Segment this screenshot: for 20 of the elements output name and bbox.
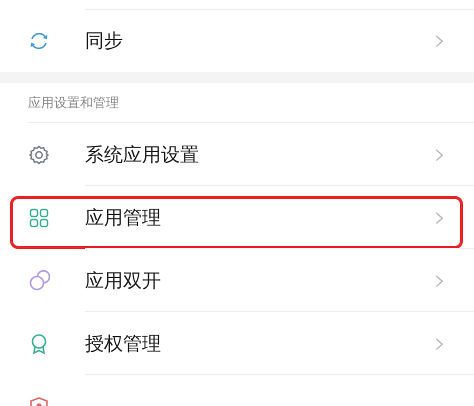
chevron-icon: › bbox=[434, 328, 446, 358]
row-label: 授权管理 bbox=[85, 332, 162, 356]
row-label: 应用管理 bbox=[85, 206, 162, 230]
grid-icon bbox=[28, 206, 50, 228]
chevron-icon: › bbox=[434, 266, 446, 296]
sync-icon bbox=[28, 30, 50, 52]
row-label: 同步 bbox=[85, 29, 124, 54]
settings-icon bbox=[28, 144, 50, 166]
chevron-icon: › bbox=[434, 202, 446, 232]
settings-row[interactable]: 同步 › bbox=[0, 10, 474, 72]
settings-row[interactable]: 授权管理 › bbox=[0, 312, 474, 375]
settings-row[interactable]: 应用管理 › bbox=[0, 186, 474, 249]
chevron-icon: › bbox=[434, 140, 446, 170]
settings-row[interactable]: 应用双开 › bbox=[0, 249, 474, 312]
section-header: 应用设置和管理 bbox=[28, 95, 119, 112]
settings-row[interactable]: 系统应用设置 › bbox=[0, 123, 474, 186]
row-label: 系统应用设置 bbox=[85, 142, 200, 168]
row-label: 应用双开 bbox=[85, 268, 162, 294]
overlapping-circles-icon bbox=[28, 270, 50, 292]
chevron-icon: › bbox=[434, 26, 446, 56]
